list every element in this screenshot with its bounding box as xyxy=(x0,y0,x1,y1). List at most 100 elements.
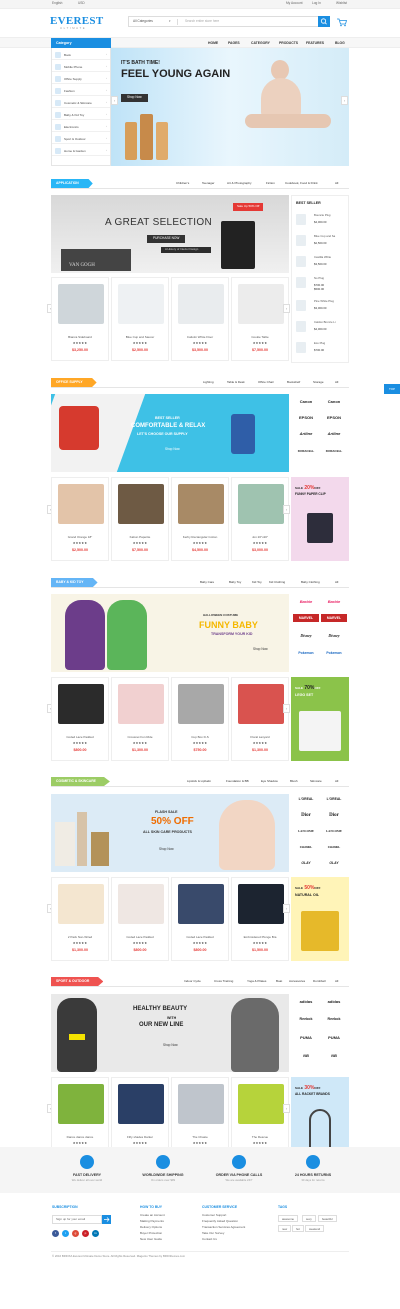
products-next-arrow[interactable]: › xyxy=(283,505,290,514)
search-category-select[interactable]: All Categories xyxy=(133,19,153,24)
tab-all[interactable]: All xyxy=(335,580,338,585)
brand-logo-pokemon[interactable]: Pokemon xyxy=(293,648,319,659)
tab-foundation[interactable]: Foundation & BB xyxy=(226,779,249,784)
facebook-icon[interactable]: f xyxy=(52,1230,59,1237)
product-card[interactable]: Grand Orange 18" ★★★★★ $2,500.00 xyxy=(51,477,109,561)
my-account-link[interactable]: My Account xyxy=(286,1,302,6)
tab-childrens[interactable]: Children's xyxy=(176,181,189,186)
tab-art-photography[interactable]: Art & Photography xyxy=(227,181,252,186)
footer-link[interactable]: New User Guide xyxy=(140,1237,162,1242)
twitter-icon[interactable]: t xyxy=(62,1230,69,1237)
bestseller-item[interactable]: Pine White Plug $3,000.00 xyxy=(295,298,349,314)
brand-logo-chanel[interactable]: CHANEL xyxy=(321,842,347,853)
google-plus-icon[interactable]: g xyxy=(72,1230,79,1237)
hero-shop-button[interactable]: Shop Now xyxy=(121,94,148,102)
bestseller-item[interactable]: Caldon Bronze Li $4,000.00 xyxy=(295,319,349,335)
tab-all[interactable]: All xyxy=(335,380,338,385)
product-card[interactable]: Crossnet Fun Ride ★★★★★ $1,300.00 xyxy=(111,677,169,761)
tab-kid-clothing[interactable]: Kid Clothing xyxy=(269,580,285,585)
products-next-arrow[interactable]: › xyxy=(283,904,290,913)
product-card[interactable]: Bianca Sideboard ★★★★★ $3,250.00 xyxy=(51,277,109,361)
brand-logo-pokemon[interactable]: Pokemon xyxy=(321,648,347,659)
brand-logo-loreal[interactable]: L'OREAL xyxy=(293,794,319,805)
brand-logo-olay[interactable]: OLAY xyxy=(321,858,347,869)
tab-baby-clothing[interactable]: Baby Clothing xyxy=(301,580,320,585)
tag-link[interactable]: weekend xyxy=(305,1225,325,1232)
newsletter-input[interactable]: Sign up for your email xyxy=(52,1215,102,1224)
promo-paper-clip[interactable]: SALE 20%OFF FUNNY PAPER CLIP xyxy=(291,477,349,561)
tag-link[interactable]: awesome xyxy=(278,1215,298,1222)
brand-logo-loreal[interactable]: L'OREAL xyxy=(321,794,347,805)
tab-lipstick[interactable]: Lipstick & Lipbalm xyxy=(187,779,211,784)
footer-link[interactable]: Buyer Protection xyxy=(140,1231,162,1236)
nav-features[interactable]: FEATURES xyxy=(306,41,324,45)
product-card[interactable]: Cookie Table ★★★★★ $7,500.00 xyxy=(231,277,289,361)
promo-natural-oil[interactable]: SALE 50%OFF NATURAL OIL xyxy=(291,877,349,961)
category-menu-button[interactable]: Category xyxy=(51,38,111,48)
tab-storage[interactable]: Storage xyxy=(313,380,324,385)
brand-logo-canon[interactable]: Canon xyxy=(293,396,319,407)
footer-link[interactable]: Making Payments xyxy=(140,1219,164,1224)
brand-logo-duracell[interactable]: DURACELL xyxy=(293,446,319,457)
office-shop-button[interactable]: Shop Now xyxy=(159,446,186,454)
footer-link[interactable]: Frequently Asked Question xyxy=(202,1219,238,1224)
wishlist-link[interactable]: Wishlist xyxy=(336,1,347,6)
footer-link[interactable]: Customer Support xyxy=(202,1213,226,1218)
tab-fiction[interactable]: Fiction xyxy=(266,181,275,186)
brand-logo-adidas[interactable]: adidas xyxy=(293,996,319,1007)
sidebar-item-office-supply[interactable]: Office Supply › xyxy=(52,74,110,84)
cosmetic-shop-button[interactable]: Shop Now xyxy=(159,847,174,852)
tab-skincare[interactable]: Skincare xyxy=(310,779,322,784)
tab-yoga[interactable]: Yoga & Pilates xyxy=(247,979,266,984)
sidebar-item-electronics[interactable]: Electronics › xyxy=(52,122,110,132)
tab-all[interactable]: All xyxy=(335,181,338,186)
brand-logo-barbie[interactable]: Barbie xyxy=(293,596,319,607)
brand-logo-adidas[interactable]: adidas xyxy=(321,996,347,1007)
brand-logo-disney[interactable]: Disney xyxy=(293,630,319,641)
product-card[interactable]: Coded Lace Padded ★★★★★ $800.00 xyxy=(51,677,109,761)
login-link[interactable]: Log In xyxy=(312,1,321,6)
product-card[interactable]: Coded Lace Padded ★★★★★ $800.00 xyxy=(111,877,169,961)
brand-logo-new-balance[interactable]: NB xyxy=(293,1050,319,1061)
tab-cross-training[interactable]: Cross Training xyxy=(214,979,233,984)
tab-all[interactable]: All xyxy=(335,779,338,784)
sidebar-item-baby-kid-toy[interactable]: Baby & Kid Toy › xyxy=(52,110,110,120)
footer-link[interactable]: Create an Account xyxy=(140,1213,165,1218)
products-next-arrow[interactable]: › xyxy=(283,304,290,313)
brand-logo-puma[interactable]: PUMA xyxy=(321,1032,347,1043)
brand-logo-artline[interactable]: Artline xyxy=(321,428,347,439)
tag-link[interactable]: hot xyxy=(292,1225,304,1232)
bestseller-item[interactable]: Castilla White $3,500.00 xyxy=(295,254,349,270)
nav-blog[interactable]: BLOG xyxy=(335,41,345,45)
products-next-arrow[interactable]: › xyxy=(283,704,290,713)
promo-lego[interactable]: SALE 70%OFF LEGO SET xyxy=(291,677,349,761)
brand-logo-marvel[interactable]: MARVEL xyxy=(321,614,347,622)
logo[interactable]: EVEREST ULTIMATE xyxy=(50,12,103,32)
brand-logo-lancome[interactable]: LANCOME xyxy=(293,826,319,837)
purchase-now-button[interactable]: PURCHASE NOW xyxy=(147,235,186,243)
sidebar-item-fashion[interactable]: Fashion › xyxy=(52,86,110,96)
brand-logo-reebok[interactable]: Reebok xyxy=(293,1014,319,1025)
sidebar-item-home-garden[interactable]: Home & Garden › xyxy=(52,146,110,156)
brand-logo-new-balance[interactable]: NB xyxy=(321,1050,347,1061)
brand-logo-epson[interactable]: EPSON xyxy=(293,412,319,423)
products-next-arrow[interactable]: › xyxy=(283,1104,290,1113)
bestseller-item[interactable]: Blue Cup and Sa $2,500.00 xyxy=(295,233,349,249)
hero-next-arrow[interactable]: › xyxy=(341,96,348,105)
tab-indoor-cycle[interactable]: Indoor Cycle xyxy=(184,979,201,984)
tab-teenager[interactable]: Teenager xyxy=(202,181,215,186)
brand-logo-canon[interactable]: Canon xyxy=(321,396,347,407)
brand-logo-marvel[interactable]: MARVEL xyxy=(293,614,319,622)
bestseller-item[interactable]: Eco Plug $700.00 xyxy=(295,340,349,356)
pinterest-icon[interactable]: p xyxy=(82,1230,89,1237)
language-select[interactable]: English xyxy=(52,1,62,6)
sidebar-item-mobile-phone[interactable]: Mobile Phone › xyxy=(52,62,110,72)
product-card[interactable]: Coded Lace Padded ★★★★★ $800.00 xyxy=(171,877,229,961)
back-to-top-button[interactable]: TOP xyxy=(384,384,400,394)
tab-baby-toy[interactable]: Baby Toy xyxy=(229,580,241,585)
footer-link[interactable]: Contact Us xyxy=(202,1237,217,1242)
brand-logo-barbie[interactable]: Barbie xyxy=(321,596,347,607)
sidebar-item-sport-outdoor[interactable]: Sport & Outdoor › xyxy=(52,134,110,144)
tab-lighting[interactable]: Lighting xyxy=(203,380,214,385)
brand-logo-dior[interactable]: Dior xyxy=(293,810,319,821)
